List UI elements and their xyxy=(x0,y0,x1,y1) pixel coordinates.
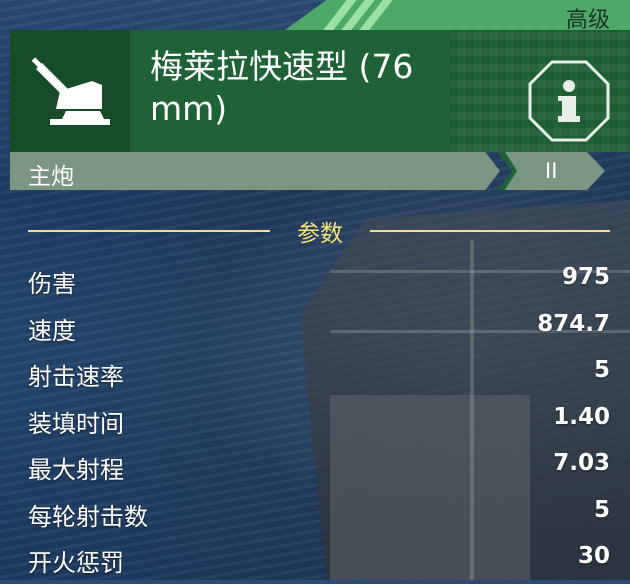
stat-label: 每轮射击数 xyxy=(28,502,148,531)
tier-ribbon: 高级 xyxy=(285,0,630,30)
stat-row-shots-per-salvo: 每轮射击数 5 xyxy=(28,491,610,538)
stat-row-damage: 伤害 975 xyxy=(28,258,610,305)
stat-label: 最大射程 xyxy=(28,456,124,484)
section-divider-right xyxy=(370,230,610,232)
stat-value: 7.03 xyxy=(553,450,610,476)
weapon-tier-badge: II xyxy=(505,152,605,190)
stat-value: 975 xyxy=(561,264,610,290)
weapon-type-label: 主炮 xyxy=(28,164,74,190)
weapon-tier-label: II xyxy=(545,159,558,183)
weapon-name: 梅莱拉快速型 (76 mm) xyxy=(150,47,414,128)
stat-label: 速度 xyxy=(28,316,76,345)
stat-label: 开火惩罚 xyxy=(28,549,124,577)
weapon-type-bar: 主炮 xyxy=(10,152,500,190)
stats-list: 伤害 975 速度 874.7 射击速率 5 装填时间 1.40 最大射程 7.… xyxy=(28,258,610,584)
stat-label: 装填时间 xyxy=(28,409,124,438)
stat-label: 射击速率 xyxy=(28,363,124,391)
info-icon[interactable] xyxy=(528,60,610,142)
stat-value: 5 xyxy=(593,357,610,383)
deck-gun-icon xyxy=(31,57,110,125)
stat-value: 1.40 xyxy=(553,403,610,430)
stat-row-fire-rate: 射击速率 5 xyxy=(28,351,610,398)
weapon-icon-tile xyxy=(10,30,130,152)
section-title: 参数 xyxy=(297,221,343,247)
stat-value: 5 xyxy=(593,496,610,523)
stat-value: 30 xyxy=(577,543,610,569)
stat-value: 874.7 xyxy=(537,310,610,337)
stat-label: 伤害 xyxy=(28,270,76,298)
stat-row-max-range: 最大射程 7.03 xyxy=(28,444,610,491)
section-divider-left xyxy=(28,230,270,232)
stat-row-fire-penalty: 开火惩罚 30 xyxy=(28,537,610,584)
stat-row-reload-time: 装填时间 1.40 xyxy=(28,398,610,445)
stat-row-speed: 速度 874.7 xyxy=(28,305,610,352)
weapon-header: 梅莱拉快速型 (76 mm) xyxy=(10,30,630,152)
